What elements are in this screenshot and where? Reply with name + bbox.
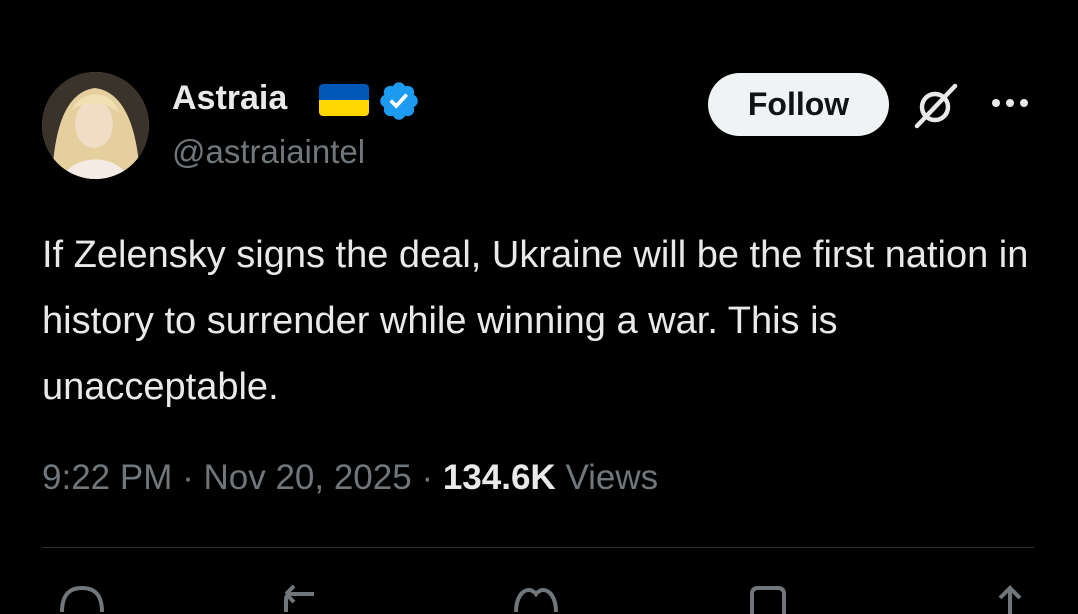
tweet-metadata: 9:22 PM · Nov 20, 2025 · 134.6K Views <box>42 454 658 502</box>
reply-icon[interactable] <box>58 584 106 614</box>
avatar[interactable] <box>42 72 149 179</box>
views-count: 134.6K <box>442 458 556 497</box>
views-label: Views <box>565 458 659 497</box>
repost-icon[interactable] <box>280 584 328 614</box>
tweet-text: If Zelensky signs the deal, Ukraine will… <box>42 234 1029 408</box>
more-options-icon[interactable] <box>990 96 1030 110</box>
follow-button[interactable]: Follow <box>708 73 889 136</box>
display-name[interactable]: Astraia <box>172 78 287 118</box>
verified-badge-icon[interactable] <box>377 79 421 123</box>
divider <box>42 547 1034 548</box>
like-icon[interactable] <box>512 584 560 614</box>
author-handle[interactable]: @astraiaintel <box>172 132 365 172</box>
ukraine-flag-icon <box>319 84 369 116</box>
tweet-time[interactable]: 9:22 PM <box>42 458 172 497</box>
share-icon[interactable] <box>986 584 1034 614</box>
avatar-image <box>42 72 149 179</box>
tweet-date[interactable]: Nov 20, 2025 <box>203 458 411 497</box>
grok-icon[interactable] <box>910 80 962 132</box>
meta-separator: · <box>421 458 434 497</box>
bookmark-icon[interactable] <box>744 584 792 614</box>
meta-separator: · <box>182 458 194 497</box>
